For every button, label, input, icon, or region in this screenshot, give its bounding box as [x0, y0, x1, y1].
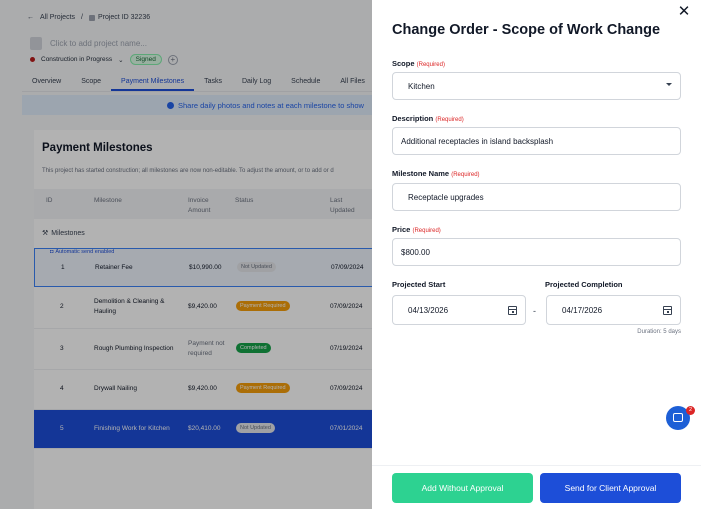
scope-select[interactable]: Kitchen: [392, 72, 681, 100]
panel-title: Change Order - Scope of Work Change: [392, 22, 661, 38]
projected-completion-label: Projected Completion: [545, 280, 623, 289]
date-range-separator: -: [533, 306, 536, 316]
price-label: Price (Required): [392, 225, 441, 234]
milestone-name-field[interactable]: Receptacle upgrades: [392, 183, 681, 211]
projected-start-field[interactable]: 04/13/2026: [392, 295, 526, 325]
duration-text: Duration: 5 days: [637, 329, 681, 335]
send-for-client-approval-button[interactable]: Send for Client Approval: [540, 473, 681, 503]
description-field[interactable]: Additional receptacles in island backspl…: [392, 127, 681, 155]
modal-backdrop[interactable]: [0, 0, 372, 509]
calendar-icon[interactable]: [663, 306, 672, 315]
chevron-down-icon: [666, 83, 672, 86]
price-field[interactable]: $800.00: [392, 238, 681, 266]
chat-icon: [673, 413, 683, 422]
milestone-name-label: Milestone Name (Required): [392, 169, 480, 178]
description-label: Description (Required): [392, 114, 464, 123]
chat-badge: 2: [686, 406, 695, 415]
projected-completion-field[interactable]: 04/17/2026: [546, 295, 681, 325]
calendar-icon[interactable]: [508, 306, 517, 315]
add-without-approval-button[interactable]: Add Without Approval: [392, 473, 533, 503]
close-icon[interactable]: ✕: [677, 4, 691, 20]
projected-start-label: Projected Start: [392, 280, 446, 289]
scope-label: Scope (Required): [392, 59, 445, 68]
